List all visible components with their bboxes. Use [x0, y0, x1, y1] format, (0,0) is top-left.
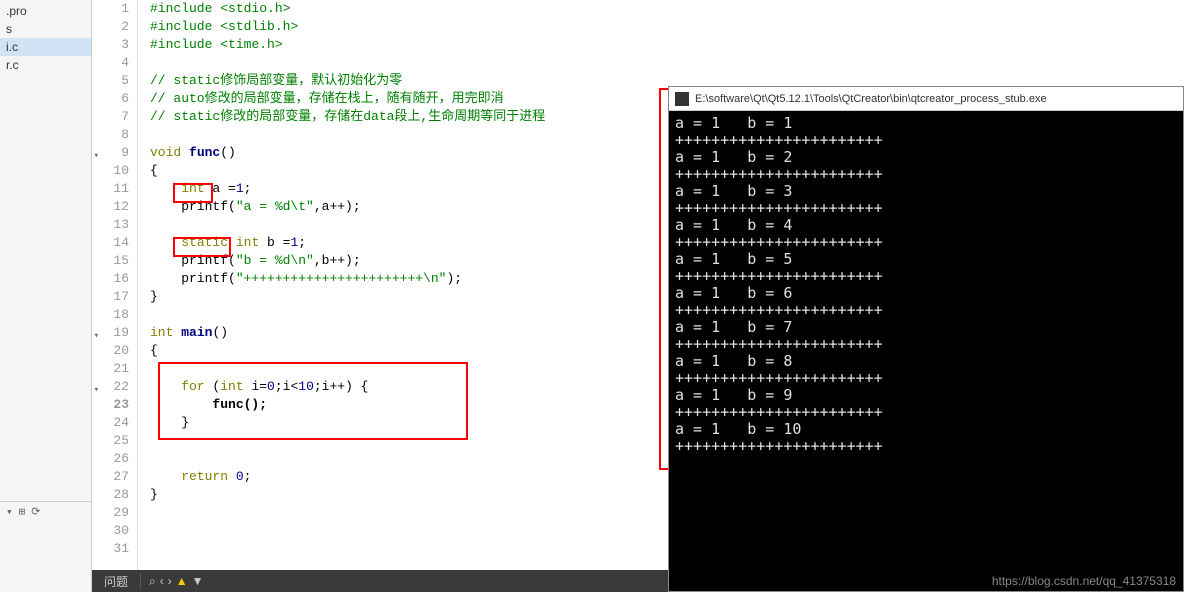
- line-number: 31: [92, 540, 129, 558]
- console-line: +++++++++++++++++++++++: [675, 404, 1177, 421]
- warning-icon[interactable]: ▲: [176, 574, 188, 589]
- search-icon[interactable]: ⌕: [149, 574, 156, 589]
- line-number: 28: [92, 486, 129, 504]
- console-line: a = 1 b = 9: [675, 387, 1177, 404]
- console-app-icon: [675, 92, 689, 106]
- line-number-gutter: 123456789▾10111213141516171819▾202122▾23…: [92, 0, 138, 592]
- fold-icon[interactable]: ▾: [90, 327, 99, 336]
- line-number: 16: [92, 270, 129, 288]
- console-titlebar[interactable]: E:\software\Qt\Qt5.12.1\Tools\QtCreator\…: [669, 87, 1183, 111]
- code-line[interactable]: #include <stdlib.h>: [150, 18, 1184, 36]
- line-number: 6: [92, 90, 129, 108]
- line-number: 14: [92, 234, 129, 252]
- console-line: +++++++++++++++++++++++: [675, 166, 1177, 183]
- line-number: 7: [92, 108, 129, 126]
- console-line: +++++++++++++++++++++++: [675, 268, 1177, 285]
- fold-icon[interactable]: ▾: [90, 147, 99, 156]
- line-number: 9▾: [92, 144, 129, 162]
- line-number: 24: [92, 414, 129, 432]
- line-number: 18: [92, 306, 129, 324]
- line-number: 3: [92, 36, 129, 54]
- console-line: a = 1 b = 5: [675, 251, 1177, 268]
- console-line: +++++++++++++++++++++++: [675, 132, 1177, 149]
- console-line: a = 1 b = 10: [675, 421, 1177, 438]
- line-number: 30: [92, 522, 129, 540]
- next-icon[interactable]: ›: [168, 574, 172, 589]
- line-number: 19▾: [92, 324, 129, 342]
- console-line: +++++++++++++++++++++++: [675, 336, 1177, 353]
- sidebar-item-file[interactable]: s: [0, 20, 91, 38]
- console-line: +++++++++++++++++++++++: [675, 370, 1177, 387]
- line-number: 22▾: [92, 378, 129, 396]
- line-number: 10: [92, 162, 129, 180]
- fold-icon[interactable]: ▾: [90, 381, 99, 390]
- split-icon[interactable]: ⊞: [19, 505, 26, 519]
- line-number: 2: [92, 18, 129, 36]
- line-number: 1: [92, 0, 129, 18]
- line-number: 27: [92, 468, 129, 486]
- console-line: a = 1 b = 8: [675, 353, 1177, 370]
- console-title: E:\software\Qt\Qt5.12.1\Tools\QtCreator\…: [695, 93, 1047, 105]
- console-line: a = 1 b = 7: [675, 319, 1177, 336]
- line-number: 5: [92, 72, 129, 90]
- console-line: +++++++++++++++++++++++: [675, 302, 1177, 319]
- problems-tab[interactable]: 问题: [92, 573, 141, 590]
- line-number: 26: [92, 450, 129, 468]
- filter-icon[interactable]: ▼: [192, 574, 204, 589]
- prev-icon[interactable]: ‹: [160, 574, 164, 589]
- line-number: 20: [92, 342, 129, 360]
- line-number: 15: [92, 252, 129, 270]
- console-line: a = 1 b = 3: [675, 183, 1177, 200]
- sidebar-item-file[interactable]: i.c: [0, 38, 91, 56]
- dropdown-icon[interactable]: ▾: [6, 505, 13, 519]
- watermark: https://blog.csdn.net/qq_41375318: [992, 574, 1176, 588]
- file-sidebar: .prosi.cr.c ▾ ⊞ ⟳: [0, 0, 92, 592]
- console-window: E:\software\Qt\Qt5.12.1\Tools\QtCreator\…: [668, 86, 1184, 592]
- line-number: 8: [92, 126, 129, 144]
- console-line: a = 1 b = 1: [675, 115, 1177, 132]
- console-line: +++++++++++++++++++++++: [675, 200, 1177, 217]
- console-output: a = 1 b = 1+++++++++++++++++++++++a = 1 …: [669, 111, 1183, 459]
- line-number: 11: [92, 180, 129, 198]
- line-number: 23: [92, 396, 129, 414]
- console-line: a = 1 b = 6: [675, 285, 1177, 302]
- line-number: 21: [92, 360, 129, 378]
- line-number: 12: [92, 198, 129, 216]
- code-line[interactable]: [150, 54, 1184, 72]
- line-number: 4: [92, 54, 129, 72]
- sync-icon[interactable]: ⟳: [31, 505, 40, 519]
- console-line: a = 1 b = 2: [675, 149, 1177, 166]
- console-line: a = 1 b = 4: [675, 217, 1177, 234]
- code-line[interactable]: #include <stdio.h>: [150, 0, 1184, 18]
- line-number: 29: [92, 504, 129, 522]
- code-line[interactable]: #include <time.h>: [150, 36, 1184, 54]
- line-number: 25: [92, 432, 129, 450]
- console-line: +++++++++++++++++++++++: [675, 234, 1177, 251]
- line-number: 13: [92, 216, 129, 234]
- sidebar-toolbar: ▾ ⊞ ⟳: [0, 501, 92, 522]
- sidebar-item-file[interactable]: r.c: [0, 56, 91, 74]
- line-number: 17: [92, 288, 129, 306]
- console-line: +++++++++++++++++++++++: [675, 438, 1177, 455]
- sidebar-item-file[interactable]: .pro: [0, 2, 91, 20]
